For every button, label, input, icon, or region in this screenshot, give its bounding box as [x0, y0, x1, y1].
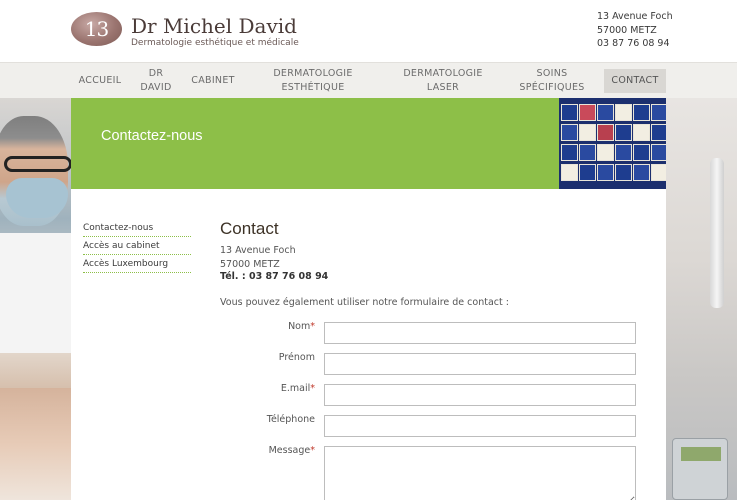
- site-subtitle: Dermatologie esthétique et médicale: [131, 38, 299, 48]
- form-intro: Vous pouvez également utiliser notre for…: [220, 297, 509, 308]
- tile: [579, 164, 596, 181]
- tile: [633, 124, 650, 141]
- logo-badge[interactable]: 13: [71, 12, 122, 46]
- tile: [615, 144, 632, 161]
- nav-item-dermatologie-esthetique[interactable]: DERMATOLOGIE ESTHÉTIQUE: [264, 63, 362, 99]
- phone-value[interactable]: 03 87 76 08 94: [249, 271, 328, 282]
- tile: [561, 124, 578, 141]
- laser-arm: [710, 158, 724, 308]
- tile: [597, 104, 614, 121]
- tile: [579, 144, 596, 161]
- required-marker: *: [310, 383, 315, 394]
- header-phone[interactable]: 03 87 76 08 94: [597, 37, 673, 51]
- nav-item-soins-specifiques[interactable]: SOINS SPÉCIFIQUES: [514, 63, 590, 99]
- laser-device: [672, 438, 728, 500]
- telephone-input[interactable]: [324, 415, 636, 437]
- tile: [561, 104, 578, 121]
- device-screen: [681, 447, 721, 461]
- page-banner: Contactez-nous: [71, 98, 559, 189]
- banner-title: Contactez-nous: [101, 128, 203, 144]
- tile: [633, 104, 650, 121]
- site-header: 13 Dr Michel David Dermatologie esthétiq…: [0, 0, 737, 62]
- message-textarea[interactable]: [324, 446, 636, 500]
- nom-label: Nom*: [288, 321, 315, 332]
- sidebar-link-acces-cabinet[interactable]: Accès au cabinet: [83, 240, 191, 255]
- tile: [633, 144, 650, 161]
- site-title[interactable]: Dr Michel David: [131, 14, 297, 38]
- email-label: E.mail*: [280, 383, 315, 394]
- tile: [579, 124, 596, 141]
- tile: [597, 144, 614, 161]
- content-area: Contactez-nous Accès au cabinet Accès Lu…: [71, 189, 666, 500]
- form-row-email: E.mail*: [220, 383, 650, 407]
- tile: [561, 164, 578, 181]
- form-row-prenom: Prénom: [220, 352, 650, 376]
- tile: [651, 144, 666, 161]
- prenom-label: Prénom: [278, 352, 315, 363]
- telephone-label: Téléphone: [266, 414, 315, 425]
- header-address-line1: 13 Avenue Foch: [597, 11, 673, 22]
- form-row-nom: Nom*: [220, 321, 650, 345]
- sidebar-link-contactez-nous[interactable]: Contactez-nous: [83, 222, 191, 237]
- nav-item-cabinet[interactable]: CABINET: [186, 63, 240, 99]
- nav-item-contact[interactable]: CONTACT: [604, 69, 666, 93]
- email-input[interactable]: [324, 384, 636, 406]
- contact-phone: Tél. : 03 87 76 08 94: [220, 271, 650, 282]
- tile: [633, 164, 650, 181]
- tile: [651, 164, 666, 181]
- nav-item-dr-david[interactable]: DR DAVID: [138, 63, 174, 99]
- tile: [651, 124, 666, 141]
- doctor-glasses: [4, 156, 71, 172]
- doctor-coat: [0, 233, 71, 353]
- nav-item-accueil[interactable]: ACCUEIL: [72, 63, 128, 99]
- tile: [597, 164, 614, 181]
- tile: [615, 164, 632, 181]
- form-row-message: Message*: [220, 445, 650, 500]
- tile: [597, 124, 614, 141]
- sidebar: Contactez-nous Accès au cabinet Accès Lu…: [83, 222, 191, 276]
- contact-address-line1: 13 Avenue Foch: [220, 245, 296, 256]
- prenom-input[interactable]: [324, 353, 636, 375]
- contact-form: Nom* Prénom E.mail* Téléphone Message*: [220, 321, 650, 500]
- form-row-telephone: Téléphone: [220, 414, 650, 438]
- required-marker: *: [310, 321, 315, 332]
- equipment-photo: [666, 98, 737, 500]
- tile: [651, 104, 666, 121]
- header-contact: 13 Avenue Foch 57000 METZ 03 87 76 08 94: [597, 10, 673, 51]
- doctor-mask: [6, 178, 68, 218]
- tiles-image: [559, 98, 666, 189]
- patient-image: [0, 388, 71, 500]
- required-marker: *: [310, 445, 315, 456]
- phone-label: Tél. :: [220, 271, 246, 282]
- page-title: Contact: [220, 219, 279, 238]
- doctor-photo: [0, 98, 71, 500]
- tile: [579, 104, 596, 121]
- header-address-line2: 57000 METZ: [597, 24, 657, 36]
- message-label: Message*: [268, 445, 315, 456]
- tile: [615, 104, 632, 121]
- nav-item-dermatologie-laser[interactable]: DERMATOLOGIE LASER: [398, 63, 488, 99]
- nom-input[interactable]: [324, 322, 636, 344]
- sidebar-link-acces-luxembourg[interactable]: Accès Luxembourg: [83, 258, 191, 273]
- tile: [615, 124, 632, 141]
- tile: [561, 144, 578, 161]
- main-section: Contact 13 Avenue Foch 57000 METZ Tél. :…: [220, 219, 650, 308]
- main-nav: ACCUEIL DR DAVID CABINET DERMATOLOGIE ES…: [0, 62, 737, 98]
- contact-address-line2: 57000 METZ: [220, 258, 280, 270]
